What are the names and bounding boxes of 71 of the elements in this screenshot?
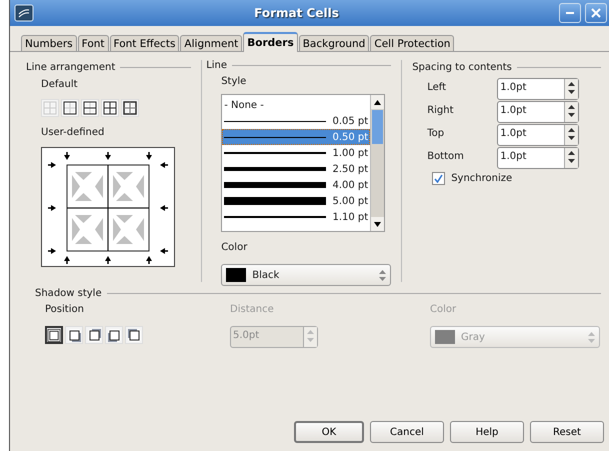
dialog-button[interactable]: Reset [530,421,604,443]
section-heading: Line arrangement [26,62,116,72]
grid-icon [103,101,117,115]
tab[interactable]: Font [78,35,109,51]
grid-icon [83,101,97,115]
grid-icon [63,101,77,115]
field-label: User-defined [41,127,106,140]
window-title: Format Cells [253,6,340,20]
scroll-up-icon [374,100,382,104]
list-item-text: - None - [224,100,264,110]
border-preset-button[interactable] [121,99,139,117]
checkbox[interactable] [432,172,446,185]
grid-icon [43,101,57,115]
dropdown-arrows-icon [379,270,386,280]
close-icon [591,8,601,18]
list-item[interactable]: 2.50 pt [222,161,370,177]
border-preset-button[interactable] [81,99,99,117]
shadow-box-icon [126,328,142,342]
field-label: Top [427,128,446,140]
list-item[interactable]: 4.00 pt [222,177,370,193]
shadow-box-icon [86,328,102,342]
scroll-down-icon [374,222,382,226]
spin-field[interactable]: 1.0pt [497,78,580,100]
checkbox-label: Synchronize [451,173,512,184]
line-style-list[interactable]: - None - 0.05 pt 0.50 pt 1.00 pt 2.50 pt 4.00 pt 5.00 pt 1.10 pt [221,94,386,232]
spin-field[interactable]: 1.0pt [497,124,580,146]
dialog-button[interactable]: Help [450,421,524,443]
shadow-box-icon [106,328,122,342]
dropdown-arrows-icon [588,332,595,342]
border-preset-button[interactable] [61,99,79,117]
tab[interactable]: Borders [243,32,298,52]
field-label: Color [430,304,458,317]
list-item[interactable]: - None - [222,97,370,113]
list-item[interactable]: 5.00 pt [222,193,370,209]
scrollbar-thumb[interactable] [372,110,384,144]
tab[interactable]: Alignment [180,35,242,51]
app-icon [14,4,34,22]
shadow-box-icon [47,328,61,342]
list-item[interactable]: 0.05 pt [222,113,370,129]
section-heading: Spacing to contents [412,62,512,72]
tab[interactable]: Font Effects [110,35,180,51]
border-preset-button[interactable] [101,99,119,117]
color-dropdown[interactable]: Black [221,264,392,286]
section-heading: Shadow style [35,288,102,298]
dialog-button[interactable]: OK [294,421,364,443]
shadow-position-button[interactable] [45,326,63,344]
field-label: Default [41,79,79,92]
field-label: Left [427,82,448,94]
spin-field[interactable]: 1.0pt [497,100,580,122]
grid-icon [123,101,137,115]
list-item[interactable]: 1.10 pt [222,209,370,225]
field-label: Color [221,242,248,255]
minimize-icon [566,12,574,14]
shadow-box-icon [66,328,82,342]
scrollbar[interactable] [370,95,384,231]
field-label: Distance [230,304,275,317]
spin-field[interactable]: 1.0pt [497,146,580,168]
tab[interactable]: Numbers [21,35,77,51]
dialog-button[interactable]: Cancel [370,421,444,443]
tab[interactable]: Cell Protection [370,35,454,51]
field-label: Bottom [427,150,465,164]
tab[interactable]: Background [298,35,370,51]
checkmark-icon [434,174,444,183]
field-label: Style [221,76,248,89]
minimize-button[interactable] [559,3,581,23]
field-label: Position [45,304,85,317]
section-heading: Line [206,60,228,71]
list-item[interactable]: 1.00 pt [222,145,370,161]
close-button[interactable] [585,3,607,23]
field-label: Right [427,104,455,118]
list-item[interactable]: 0.50 pt [222,129,370,145]
